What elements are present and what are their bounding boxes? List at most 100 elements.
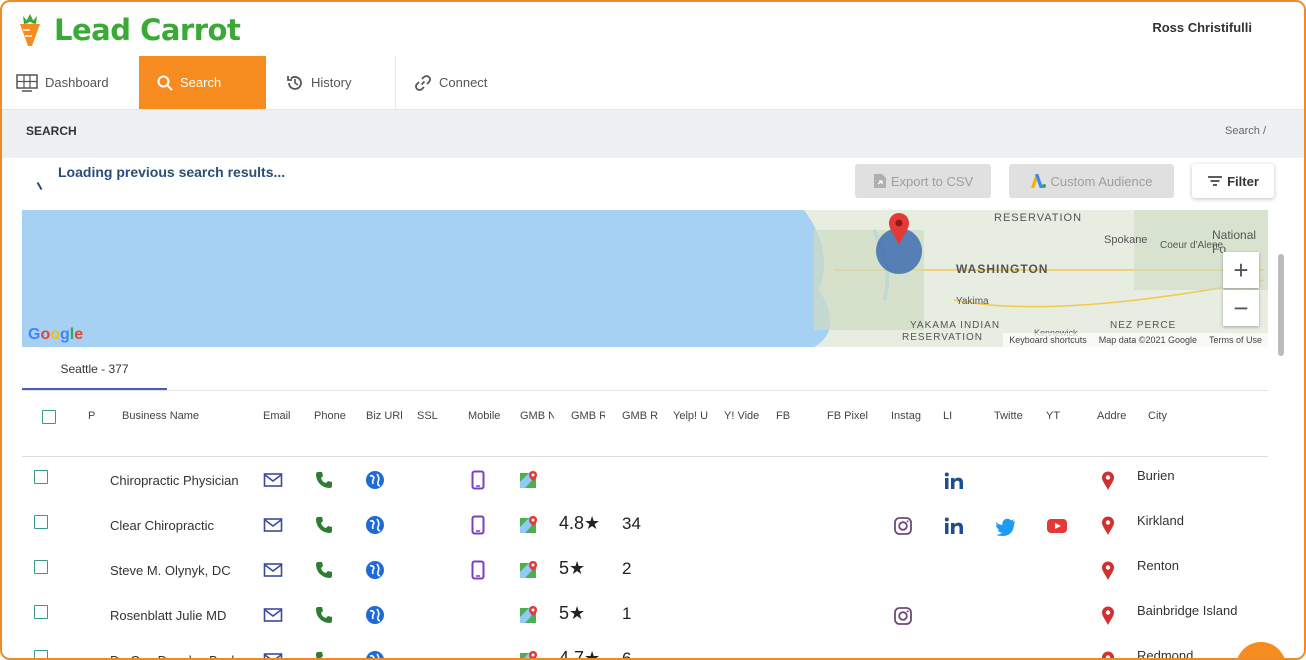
mobile-icon[interactable] [471,470,485,495]
phone-icon[interactable] [315,516,333,539]
phone-icon[interactable] [315,471,333,494]
google-maps-icon[interactable] [519,650,539,658]
google-maps-icon[interactable] [519,560,539,585]
loading-spinner-icon [36,178,50,190]
linkedin-icon[interactable] [944,472,964,495]
business-name: Dr. Guy Douglas Back [110,653,247,658]
gmb-rating: 4.8★ [559,513,601,533]
table-row[interactable]: Chiropractic Physician Burien [22,458,1268,503]
user-name[interactable]: Ross Christifulli [1152,20,1252,35]
location-pin-icon[interactable] [888,212,910,246]
map-label-yakima: Yakima [956,296,989,307]
history-icon [287,75,302,90]
col-yelp[interactable]: Yelp! U [673,410,709,422]
keyboard-shortcuts-link[interactable]: Keyboard shortcuts [1009,335,1087,345]
col-gmb-r[interactable]: GMB R [571,410,605,422]
nav-dashboard-label: Dashboard [45,75,109,90]
select-all-checkbox[interactable] [42,410,56,424]
address-pin-icon[interactable] [1101,471,1115,496]
search-icon [157,75,173,91]
row-checkbox[interactable] [34,605,48,619]
table-row[interactable]: Rosenblatt Julie MD 5★ 1 Bainbridge Island [22,593,1268,638]
phone-icon[interactable] [315,651,333,658]
filter-button[interactable]: Filter [1192,164,1274,198]
logo[interactable]: Lead Carrot [10,10,241,50]
nav-connect[interactable]: Connect [414,56,514,109]
export-csv-button[interactable]: Export to CSV [855,164,991,198]
google-maps-icon[interactable] [519,605,539,630]
table-row[interactable]: Dr. Guy Douglas Back4.7★6Redmond [22,638,1268,658]
youtube-icon[interactable] [1046,518,1068,539]
website-globe-icon[interactable] [365,515,385,540]
col-fb[interactable]: FB [776,410,806,422]
table-header: P Business Name Email Phone Biz URl SSL … [22,394,1268,457]
nav-search[interactable]: Search [139,56,266,109]
col-address[interactable]: Addre [1097,410,1133,422]
col-p[interactable]: P [88,410,95,422]
mobile-icon[interactable] [471,560,485,585]
col-business-name[interactable]: Business Name [122,410,217,422]
table-row[interactable]: Steve M. Olynyk, DC 5★ 2 Renton [22,548,1268,593]
col-email[interactable]: Email [263,410,296,422]
map-label-washington: WASHINGTON [956,262,1049,276]
nav-dashboard[interactable]: Dashboard [16,56,126,109]
col-biz-url[interactable]: Biz URl [366,410,402,422]
phone-icon[interactable] [315,561,333,584]
col-linkedin[interactable]: LI [943,410,973,422]
instagram-icon[interactable] [893,606,913,631]
google-maps-icon[interactable] [519,515,539,540]
tab-seattle[interactable]: Seattle - 377 [22,350,167,390]
email-icon[interactable] [263,517,283,538]
scrollbar[interactable] [1278,254,1284,356]
col-gmb-n[interactable]: GMB N [520,410,554,422]
nav-history[interactable]: History [286,56,386,109]
email-icon[interactable] [263,607,283,628]
col-ssl[interactable]: SSL [417,410,445,422]
zoom-out-button[interactable]: − [1223,290,1259,326]
row-checkbox[interactable] [34,650,48,658]
google-logo: Google [28,326,84,343]
col-twitter[interactable]: Twitte [994,410,1030,422]
address-pin-icon[interactable] [1101,561,1115,586]
gmb-review-count: 2 [622,559,632,578]
linkedin-icon[interactable] [944,517,964,540]
email-icon[interactable] [263,472,283,493]
email-icon[interactable] [263,652,283,658]
twitter-icon[interactable] [995,518,1016,541]
gmb-rating: 5★ [559,558,586,578]
col-instagram[interactable]: Instag [891,410,927,422]
mobile-icon[interactable] [471,515,485,540]
website-globe-icon[interactable] [365,650,385,658]
row-checkbox[interactable] [34,560,48,574]
website-globe-icon[interactable] [365,605,385,630]
map-terrain [804,210,1268,347]
main-nav: Dashboard Search History Connect [2,56,1304,110]
row-checkbox[interactable] [34,515,48,529]
col-yelp-video[interactable]: Y! Vide [724,410,760,422]
col-city[interactable]: City [1148,410,1188,422]
col-phone[interactable]: Phone [314,410,350,422]
carrot-icon [20,14,40,46]
phone-icon[interactable] [315,606,333,629]
col-fb-pixel[interactable]: FB Pixel [827,410,879,422]
col-mobile[interactable]: Mobile [468,410,504,422]
custom-audience-button[interactable]: Custom Audience [1009,164,1174,198]
address-pin-icon[interactable] [1101,651,1115,658]
instagram-icon[interactable] [893,516,913,541]
row-checkbox[interactable] [34,470,48,484]
email-icon[interactable] [263,562,283,583]
google-maps-icon[interactable] [519,470,539,495]
breadcrumb[interactable]: Search / [1225,125,1266,137]
table-row[interactable]: Clear Chiropractic 4.8★ 34 Kirkland [22,503,1268,548]
website-globe-icon[interactable] [365,470,385,495]
address-pin-icon[interactable] [1101,606,1115,631]
custom-audience-label: Custom Audience [1050,173,1153,189]
address-pin-icon[interactable] [1101,516,1115,541]
col-youtube[interactable]: YT [1046,410,1076,422]
website-globe-icon[interactable] [365,560,385,585]
zoom-in-button[interactable]: + [1223,252,1259,288]
nav-search-label: Search [180,75,222,90]
col-gmb-r2[interactable]: GMB R [622,410,658,422]
map[interactable]: RESERVATION Spokane Coeur d'Alene Nation… [22,210,1268,347]
terms-link[interactable]: Terms of Use [1209,335,1262,345]
